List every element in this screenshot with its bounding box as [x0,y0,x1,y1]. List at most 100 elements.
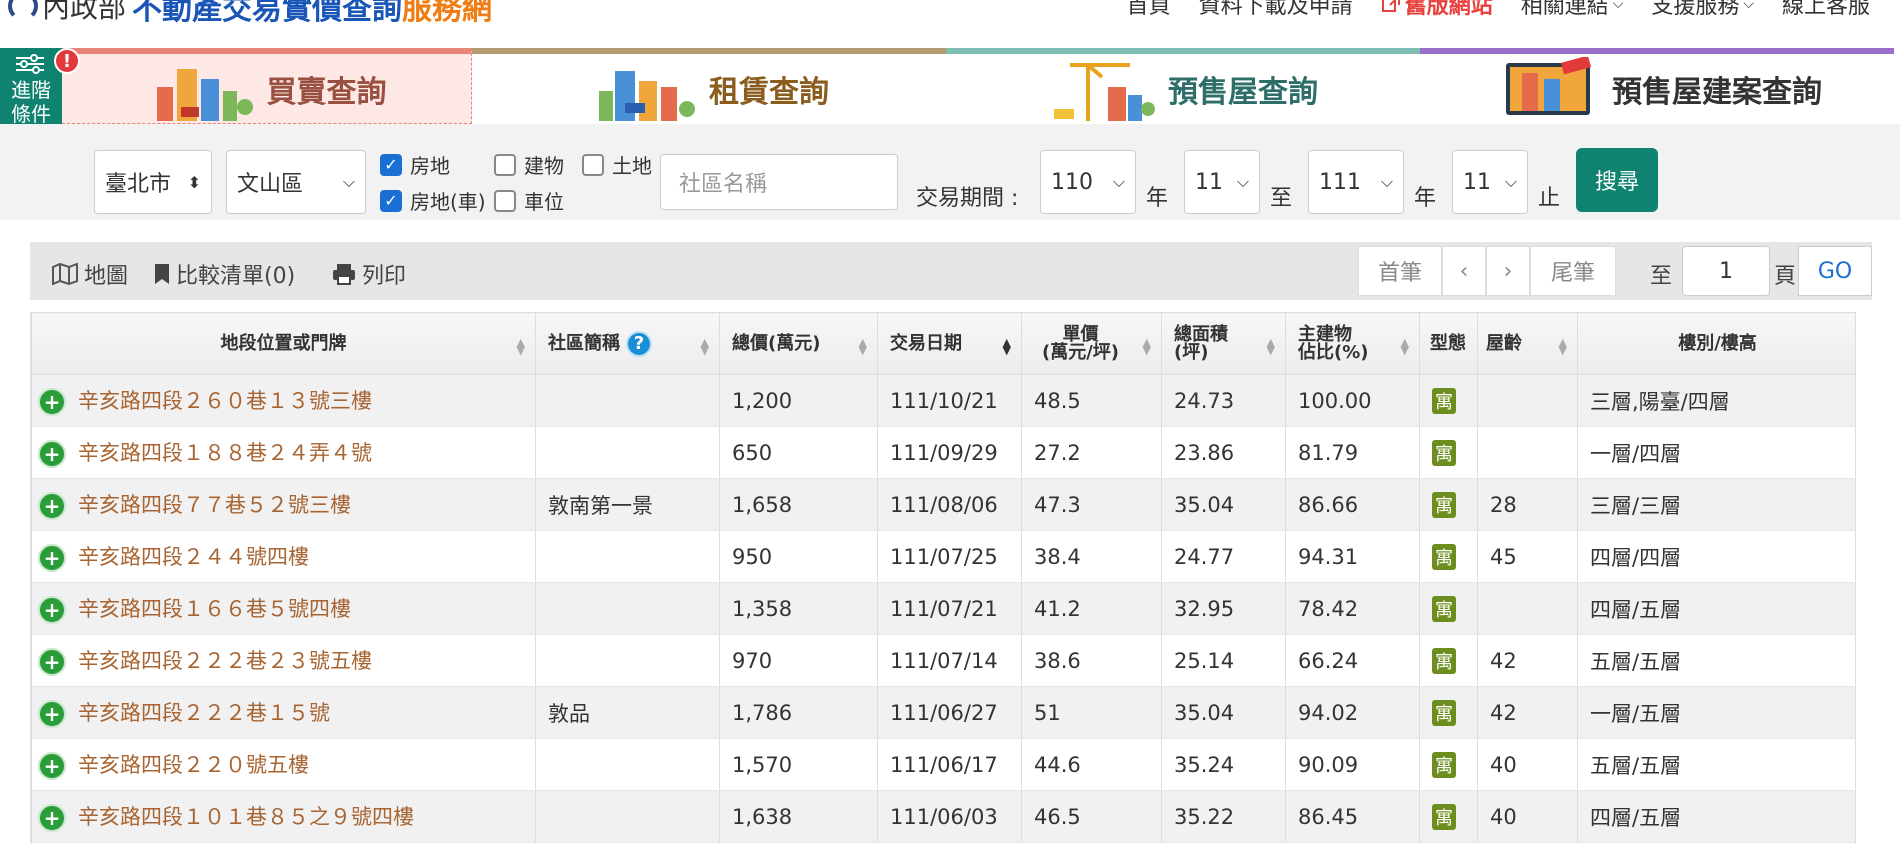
expand-plus-icon[interactable]: + [38,596,66,624]
table-row[interactable]: + 辛亥路四段２２２巷２３號五樓 970 111/07/14 38.6 25.14 66.2… [31,634,1855,687]
prev-page-button[interactable]: ‹ [1442,246,1486,296]
city-select[interactable]: 臺北市 ⬍ [94,150,212,214]
cell-address[interactable]: + 辛亥路四段２２２巷１５號 [31,686,536,739]
table-row[interactable]: + 辛亥路四段７７巷５２號三樓 敦南第一景 1,658 111/08/06 47.3 35.… [31,478,1855,531]
col-header-date[interactable]: 交易日期 ▲ ▼ [877,312,1022,375]
advanced-label-line2: 條件 [11,102,51,126]
col-header-address[interactable]: 地段位置或門牌 ▲ ▼ [31,312,536,375]
nav-online-service[interactable]: 線上客服 [1782,0,1870,20]
print-label: 列印 [362,264,407,289]
logo-main-text: 不動產交易實價查詢 [132,0,403,27]
page-number-input[interactable]: 1 [1682,246,1770,296]
expand-plus-icon[interactable]: + [38,544,66,572]
cell-type: 寓 [1419,530,1478,583]
table-row[interactable]: + 辛亥路四段２６０巷１３號三樓 1,200 111/10/21 48.5 24.73 10… [31,374,1855,427]
expand-plus-icon[interactable]: + [38,440,66,468]
apartment-type-badge: 寓 [1432,647,1456,674]
type-checkbox-land-building-parking[interactable]: ✓ 房地(車) [380,186,486,215]
table-row[interactable]: + 辛亥路四段１６６巷５號四樓 1,358 111/07/21 41.2 32.95 78.… [31,582,1855,635]
cell-address[interactable]: + 辛亥路四段１８８巷２４弄４號 [31,426,536,479]
table-row[interactable]: + 辛亥路四段１０１巷８５之９號四樓 1,638 111/06/03 46.5 35.22… [31,790,1855,843]
go-button[interactable]: GO [1798,246,1872,296]
address-link[interactable]: 辛亥路四段１８８巷２４弄４號 [78,441,372,465]
col-header-unit-price[interactable]: 單價 (萬元/坪) ▲ ▼ [1021,312,1162,375]
cell-total: 1,200 [719,374,878,427]
nav-home[interactable]: 首頁 [1127,0,1171,20]
first-page-button[interactable]: 首筆 [1358,246,1442,296]
table-row[interactable]: + 辛亥路四段２２２巷１５號 敦品 1,786 111/06/27 51 35.04 94.0… [31,686,1855,739]
compare-list-button[interactable]: 比較清單(0) [154,258,295,290]
address-link[interactable]: 辛亥路四段２２２巷１５號 [78,701,330,725]
cell-community [535,738,720,791]
table-row[interactable]: + 辛亥路四段１８８巷２４弄４號 650 111/09/29 27.2 23.86 81.7… [31,426,1855,479]
expand-plus-icon[interactable]: + [38,492,66,520]
expand-plus-icon[interactable]: + [38,752,66,780]
cell-floor: 三層,陽臺/四層 [1577,374,1855,427]
address-link[interactable]: 辛亥路四段２２０號五樓 [78,753,309,777]
next-page-button[interactable]: › [1486,246,1530,296]
tab-rent-query[interactable]: 租賃查詢 [472,48,946,124]
table-row[interactable]: + 辛亥路四段２４４號四樓 950 111/07/25 38.4 24.77 94.31 寓 4… [31,530,1855,583]
type-checkbox-building[interactable]: 建物 [494,150,564,179]
type-checkbox-land[interactable]: 土地 [582,150,652,179]
site-logo[interactable]: 內政部 不動產交易實價查詢 服務網 [8,0,492,27]
print-button[interactable]: 列印 [332,258,406,290]
nav-related-links[interactable]: 相關連結 ⌵ [1521,0,1624,20]
cell-address[interactable]: + 辛亥路四段１６６巷５號四樓 [31,582,536,635]
expand-plus-icon[interactable]: + [38,700,66,728]
year-unit-label: 年 [1414,186,1437,211]
address-link[interactable]: 辛亥路四段７７巷５２號三樓 [78,493,351,517]
cell-address[interactable]: + 辛亥路四段２４４號四樓 [31,530,536,583]
from-month-select[interactable]: 11 ⌵ [1184,150,1260,214]
address-link[interactable]: 辛亥路四段２６０巷１３號三樓 [78,389,372,413]
sort-icon: ▲ ▼ [1142,336,1151,357]
advanced-filter-button[interactable]: 進階 條件 [0,48,62,130]
address-link[interactable]: 辛亥路四段１０１巷８５之９號四樓 [78,805,414,829]
cell-address[interactable]: + 辛亥路四段１０１巷８５之９號四樓 [31,790,536,843]
map-button[interactable]: 地圖 [52,258,128,290]
col-header-area[interactable]: 總面積 (坪) ▲ ▼ [1161,312,1286,375]
chevron-down-icon: ⌵ [1743,0,1754,12]
search-button[interactable]: 搜尋 [1576,148,1658,212]
table-row[interactable]: + 辛亥路四段２２０號五樓 1,570 111/06/17 44.6 35.24 90.09… [31,738,1855,791]
address-link[interactable]: 辛亥路四段２４４號四樓 [78,545,309,569]
community-name-input[interactable]: 社區名稱 [660,154,898,210]
end-label: 止 [1538,186,1561,211]
expand-plus-icon[interactable]: + [38,648,66,676]
nav-support-label: 支援服務 [1651,0,1740,19]
to-year-select[interactable]: 111 ⌵ [1308,150,1404,214]
cell-total: 950 [719,530,878,583]
category-tabs: 買賣查詢 租賃查詢 預售屋查詢 預售屋建案查詢 [0,48,1900,124]
col-header-age[interactable]: 屋齡 ▲ ▼ [1477,312,1578,375]
cell-area: 24.77 [1161,530,1286,583]
cell-address[interactable]: + 辛亥路四段７７巷５２號三樓 [31,478,536,531]
expand-plus-icon[interactable]: + [38,388,66,416]
col-header-main-building-ratio[interactable]: 主建物 佔比(%) ▲ ▼ [1285,312,1420,375]
col-header-area-line2: (坪) [1174,341,1209,363]
col-header-community[interactable]: 社區簡稱? ▲ ▼ [535,312,720,375]
expand-plus-icon[interactable]: + [38,804,66,832]
from-year-select[interactable]: 110 ⌵ [1040,150,1136,214]
nav-download[interactable]: 資料下載及申請 [1199,0,1353,20]
cell-address[interactable]: + 辛亥路四段２２２巷２３號五樓 [31,634,536,687]
last-page-button[interactable]: 尾筆 [1530,246,1616,296]
period-label: 交易期間 : [916,186,1019,211]
address-link[interactable]: 辛亥路四段１６６巷５號四樓 [78,597,351,621]
help-icon[interactable]: ? [626,331,652,357]
cell-address[interactable]: + 辛亥路四段２６０巷１３號三樓 [31,374,536,427]
external-link-icon [1381,0,1400,12]
type-checkbox-land-building[interactable]: ✓ 房地 [380,150,450,179]
address-link[interactable]: 辛亥路四段２２２巷２３號五樓 [78,649,372,673]
apartment-type-badge: 寓 [1432,803,1456,830]
col-header-total-price[interactable]: 總價(萬元) ▲ ▼ [719,312,878,375]
type-checkbox-parking[interactable]: 車位 [494,186,564,215]
cell-address[interactable]: + 辛亥路四段２２０號五樓 [31,738,536,791]
to-month-select[interactable]: 11 ⌵ [1452,150,1528,214]
nav-old-site[interactable]: 舊版網站 [1381,0,1493,20]
tab-sale-query[interactable]: 買賣查詢 [62,48,472,124]
sort-icon: ▲ ▼ [1400,336,1409,357]
tab-presale-project-query[interactable]: 預售屋建案查詢 [1420,48,1894,124]
district-select[interactable]: 文山區 ⌵ [226,150,366,214]
tab-presale-query[interactable]: 預售屋查詢 [946,48,1420,124]
nav-support[interactable]: 支援服務 ⌵ [1651,0,1754,20]
